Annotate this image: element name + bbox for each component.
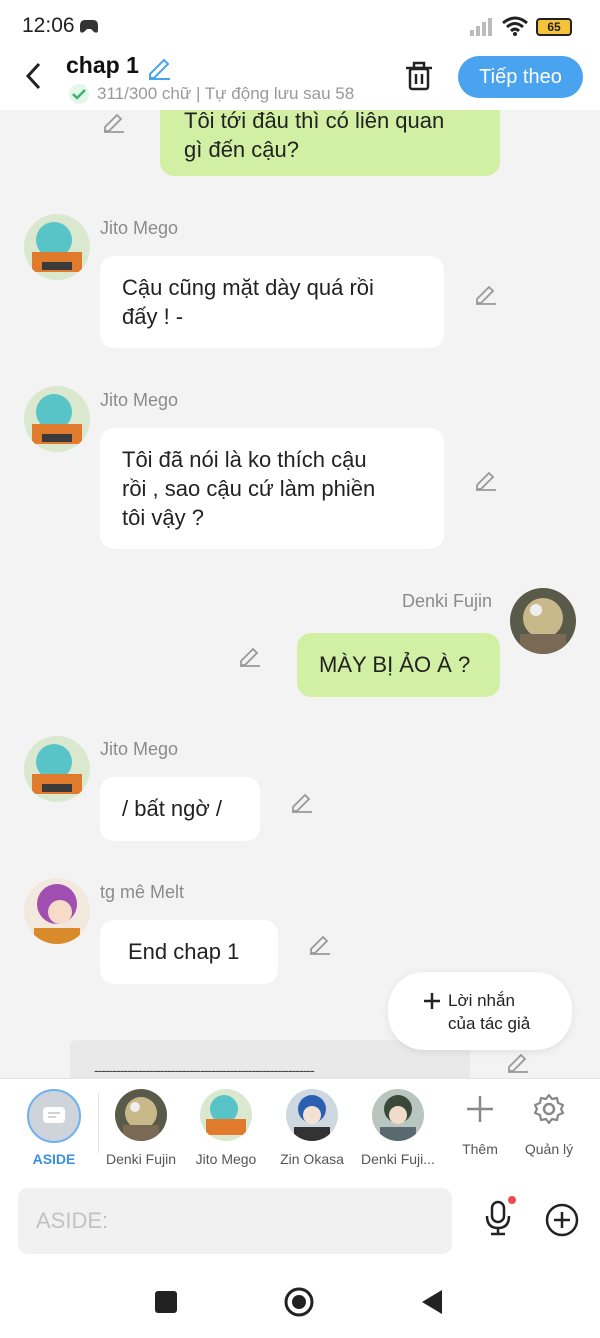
character-label: Zin Okasa xyxy=(280,1151,344,1167)
edit-message-icon[interactable] xyxy=(474,282,498,306)
edit-message-icon[interactable] xyxy=(238,644,262,668)
message-bubble[interactable]: Tôi tới đâu thì có liên quan gì đến cậu? xyxy=(160,110,500,176)
gear-icon xyxy=(533,1093,565,1125)
system-nav-bar xyxy=(0,1264,600,1338)
edit-message-icon[interactable] xyxy=(474,468,498,492)
character-name: Jito Mego xyxy=(100,218,179,238)
message-text: đấy ! - xyxy=(122,304,184,329)
character-denki-fujin-2[interactable]: Denki Fuji... xyxy=(350,1079,446,1177)
edit-title-icon[interactable] xyxy=(146,54,172,80)
battery-indicator: 65 xyxy=(536,18,572,36)
chat-area[interactable]: Tôi tới đâu thì có liên quan gì đến cậu?… xyxy=(0,110,600,1078)
trash-icon[interactable] xyxy=(404,60,434,92)
edit-message-icon[interactable] xyxy=(290,790,314,814)
check-icon xyxy=(69,84,89,104)
character-denki-fujin[interactable]: Denki Fujin xyxy=(93,1079,189,1177)
character-zin-okasa[interactable]: Zin Okasa xyxy=(264,1079,360,1177)
message-text: Cậu cũng mặt dày quá rồi xyxy=(122,275,374,300)
message-bubble[interactable]: Tôi đã nói là ko thích cậu rồi , sao cậu… xyxy=(100,428,444,549)
character-name: Denki Fujin xyxy=(402,591,493,611)
avatar[interactable] xyxy=(510,588,576,654)
message-bubble[interactable]: End chap 1 xyxy=(100,920,278,984)
word-count-status: 311/300 chữ | Tự động lưu sau 58 xyxy=(97,84,355,103)
character-label: ASIDE xyxy=(32,1151,76,1167)
wifi-icon xyxy=(502,16,528,36)
avatar[interactable] xyxy=(24,878,90,944)
author-note-label: của tác giả xyxy=(448,1014,531,1033)
status-time: 12:06 xyxy=(22,14,75,37)
avatar[interactable] xyxy=(24,736,90,802)
manage-characters-button[interactable]: Quản lý xyxy=(509,1079,589,1177)
gamepad-icon xyxy=(80,20,98,33)
character-label: Thêm xyxy=(462,1141,498,1157)
character-label: Jito Mego xyxy=(195,1151,257,1167)
next-button[interactable]: Tiếp theo xyxy=(458,56,583,98)
character-name: tg mê Melt xyxy=(100,882,185,902)
avatar[interactable] xyxy=(24,386,90,452)
author-note-button[interactable]: Lời nhắn của tác giả xyxy=(388,972,572,1050)
avatar xyxy=(286,1089,338,1141)
message-text: Tôi đã nói là ko thích cậu xyxy=(122,447,367,472)
author-note-label: Lời nhắn xyxy=(448,991,515,1010)
aside-chat-icon xyxy=(43,1107,65,1123)
avatar[interactable] xyxy=(24,214,90,280)
chapter-title[interactable]: chap 1 xyxy=(66,52,139,79)
message-input[interactable] xyxy=(18,1188,452,1254)
back-triangle-icon[interactable] xyxy=(420,1288,444,1316)
plus-icon xyxy=(467,1096,493,1122)
character-aside[interactable]: ASIDE xyxy=(6,1079,102,1177)
home-circle-icon[interactable] xyxy=(283,1286,315,1318)
message-text: MÀY BỊ ẢO À ? xyxy=(319,652,471,677)
message-text: tôi vậy ? xyxy=(122,505,204,530)
signal-icon xyxy=(470,18,492,36)
avatar xyxy=(200,1089,252,1141)
add-character-button[interactable]: Thêm xyxy=(440,1079,520,1177)
separator-text: ----------------------------------------… xyxy=(94,1062,315,1078)
character-selector-bar: ASIDE Denki Fujin Jito Mego Zin Okasa De… xyxy=(0,1078,600,1179)
avatar xyxy=(372,1089,424,1141)
avatar xyxy=(115,1089,167,1141)
message-bubble[interactable]: Cậu cũng mặt dày quá rồi đấy ! - xyxy=(100,256,444,348)
message-text: Tôi tới đâu thì có liên quan xyxy=(184,110,445,133)
square-icon[interactable] xyxy=(155,1291,177,1313)
edit-message-icon[interactable] xyxy=(506,1050,530,1074)
aside-avatar xyxy=(27,1089,81,1143)
character-label: Quản lý xyxy=(524,1141,574,1157)
message-bubble[interactable]: / bất ngờ / xyxy=(100,777,260,841)
message-text: gì đến cậu? xyxy=(184,137,299,162)
message-bubble[interactable]: MÀY BỊ ẢO À ? xyxy=(297,633,500,697)
message-text: End chap 1 xyxy=(128,939,240,964)
plus-icon xyxy=(424,993,440,1009)
character-label: Denki Fujin xyxy=(105,1151,177,1167)
message-text: / bất ngờ / xyxy=(122,796,223,821)
character-jito-mego[interactable]: Jito Mego xyxy=(178,1079,274,1177)
character-name: Jito Mego xyxy=(100,739,179,759)
character-label: Denki Fuji... xyxy=(361,1151,435,1167)
character-name: Jito Mego xyxy=(100,390,179,410)
message-text: rồi , sao cậu cứ làm phiền xyxy=(122,476,376,501)
mic-icon[interactable] xyxy=(482,1196,516,1238)
add-circle-icon[interactable] xyxy=(545,1203,579,1237)
edit-message-icon[interactable] xyxy=(308,932,332,956)
back-arrow-icon[interactable] xyxy=(24,62,44,90)
edit-message-icon[interactable] xyxy=(102,110,126,134)
